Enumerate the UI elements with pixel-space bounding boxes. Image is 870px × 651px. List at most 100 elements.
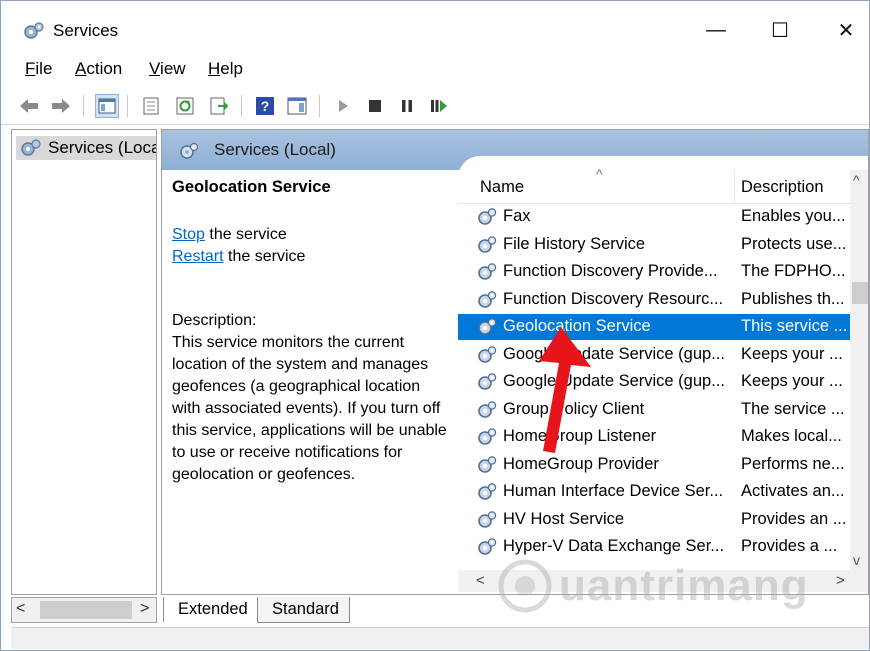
scroll-right-icon[interactable]: > — [140, 600, 149, 618]
service-gear-icon — [476, 454, 498, 476]
service-gear-icon — [476, 344, 498, 366]
close-button[interactable]: ✕ — [823, 9, 869, 51]
scroll-left-icon[interactable]: < — [476, 572, 485, 589]
service-name: Geolocation Service — [503, 317, 651, 335]
service-gear-icon — [476, 481, 498, 503]
start-service-icon[interactable] — [331, 94, 355, 118]
show-hide-console-tree-icon[interactable] — [95, 94, 119, 118]
service-row[interactable]: HomeGroup Listener Makes local... — [458, 424, 850, 450]
menu-action[interactable]: Action — [75, 59, 122, 79]
column-divider[interactable] — [734, 170, 735, 204]
services-pane: Services (Local) Geolocation Service Sto… — [161, 129, 869, 595]
window-title: Services — [53, 21, 119, 40]
service-description: This service ... — [741, 317, 848, 335]
toolbar-separator — [127, 95, 128, 117]
minimize-button[interactable]: — — [693, 9, 739, 51]
service-name: Function Discovery Provide... — [503, 262, 718, 280]
pane-title: Services (Local) — [214, 140, 336, 159]
service-gear-icon — [476, 536, 498, 558]
toolbar: ? — [1, 87, 869, 125]
refresh-icon[interactable] — [173, 94, 197, 118]
service-gear-icon — [476, 289, 498, 311]
action-pane-icon[interactable] — [285, 94, 309, 118]
service-name: HomeGroup Provider — [503, 454, 659, 473]
scroll-left-icon[interactable]: < — [16, 600, 25, 618]
service-name: Fax — [503, 207, 531, 225]
list-vertical-scrollbar[interactable]: ^ v — [850, 170, 868, 570]
service-row[interactable]: HomeGroup Provider Performs ne... — [458, 452, 850, 478]
service-gear-icon — [476, 316, 498, 338]
tab-extended[interactable]: Extended — [163, 597, 259, 623]
tree-item-services-local[interactable]: Services (Local) — [16, 136, 156, 160]
column-header-description[interactable]: Description — [741, 178, 824, 197]
tree-horizontal-scrollbar[interactable]: < > — [11, 597, 157, 623]
service-gear-icon — [476, 426, 498, 448]
service-row[interactable]: Function Discovery Provide... The FDPHO..… — [458, 259, 850, 285]
service-gear-icon — [476, 234, 498, 256]
restart-service-link[interactable]: Restart — [172, 248, 224, 265]
service-row[interactable]: Function Discovery Resourc... Publishes t… — [458, 287, 850, 313]
restart-service-icon[interactable] — [427, 94, 451, 118]
watermark-logo-icon — [498, 559, 552, 613]
tab-standard[interactable]: Standard — [257, 597, 350, 623]
selected-service-name: Geolocation Service — [172, 178, 331, 196]
export-list-icon[interactable] — [207, 94, 231, 118]
service-name: Hyper-V Data Exchange Ser... — [503, 537, 725, 555]
service-description: The FDPHO... — [741, 262, 846, 280]
svg-text:?: ? — [261, 98, 270, 114]
services-gear-icon — [24, 22, 44, 39]
service-row[interactable]: Google Update Service (gup... Keeps your … — [458, 342, 850, 368]
maximize-button[interactable]: ☐ — [757, 9, 803, 51]
stop-service-link[interactable]: Stop — [172, 226, 205, 243]
service-row[interactable]: HV Host Service Provides an ... — [458, 507, 850, 533]
service-description: Keeps your ... — [741, 372, 843, 390]
watermark-text: uantrimang — [559, 561, 809, 610]
console-tree-pane: Services (Local) — [11, 129, 157, 595]
service-row[interactable]: Human Interface Device Ser... Activates a… — [458, 479, 850, 505]
description-text: This service monitors the current locati… — [172, 334, 447, 483]
help-icon[interactable]: ? — [253, 94, 277, 118]
service-row[interactable]: Group Policy Client The service ... — [458, 397, 850, 423]
menu-bar: File Action View Help — [1, 57, 869, 85]
service-name: Google Update Service (gup... — [503, 372, 725, 390]
services-gear-icon — [21, 139, 41, 156]
service-gear-icon — [476, 399, 498, 421]
scroll-thumb[interactable] — [852, 282, 868, 304]
menu-view[interactable]: View — [149, 59, 186, 79]
toolbar-separator — [319, 95, 320, 117]
service-description: Performs ne... — [741, 454, 845, 473]
service-name: File History Service — [503, 234, 646, 253]
properties-icon[interactable] — [139, 94, 163, 118]
menu-help[interactable]: Help — [208, 59, 243, 79]
services-list: ^ Name Description Fax Enables you... File… — [458, 156, 868, 594]
service-name: HomeGroup Listener — [503, 427, 657, 445]
menu-file[interactable]: File — [25, 59, 52, 79]
service-gear-icon — [476, 509, 498, 531]
service-name: Function Discovery Resourc... — [503, 289, 724, 308]
description-label: Description: — [172, 312, 257, 329]
extended-description-panel: Geolocation Service Stop the service Res… — [172, 176, 462, 486]
status-bar — [11, 627, 869, 649]
service-description: Makes local... — [741, 427, 842, 445]
back-arrow-icon[interactable] — [17, 94, 41, 118]
service-description: Publishes th... — [741, 289, 845, 308]
restart-action: Restart the service — [172, 248, 306, 265]
service-row[interactable]: Google Update Service (gup... Keeps your … — [458, 369, 850, 395]
pause-service-icon[interactable] — [395, 94, 419, 118]
toolbar-separator — [83, 95, 84, 117]
service-row[interactable]: Fax Enables you... — [458, 204, 850, 230]
scroll-up-icon[interactable]: ^ — [853, 172, 860, 188]
service-description: Provides a ... — [741, 537, 838, 555]
forward-arrow-icon[interactable] — [49, 94, 73, 118]
stop-service-icon[interactable] — [363, 94, 387, 118]
service-row[interactable]: Geolocation Service This service ... — [458, 314, 850, 340]
service-row[interactable]: File History Service Protects use... — [458, 232, 850, 258]
services-gear-icon — [180, 142, 199, 159]
service-gear-icon — [476, 371, 498, 393]
scroll-thumb[interactable] — [40, 601, 132, 619]
watermark: uantrimang — [497, 556, 857, 616]
column-header-name[interactable]: Name — [480, 178, 524, 197]
service-gear-icon — [476, 261, 498, 283]
service-description: Activates an... — [741, 482, 845, 500]
service-description: Keeps your ... — [741, 344, 843, 363]
